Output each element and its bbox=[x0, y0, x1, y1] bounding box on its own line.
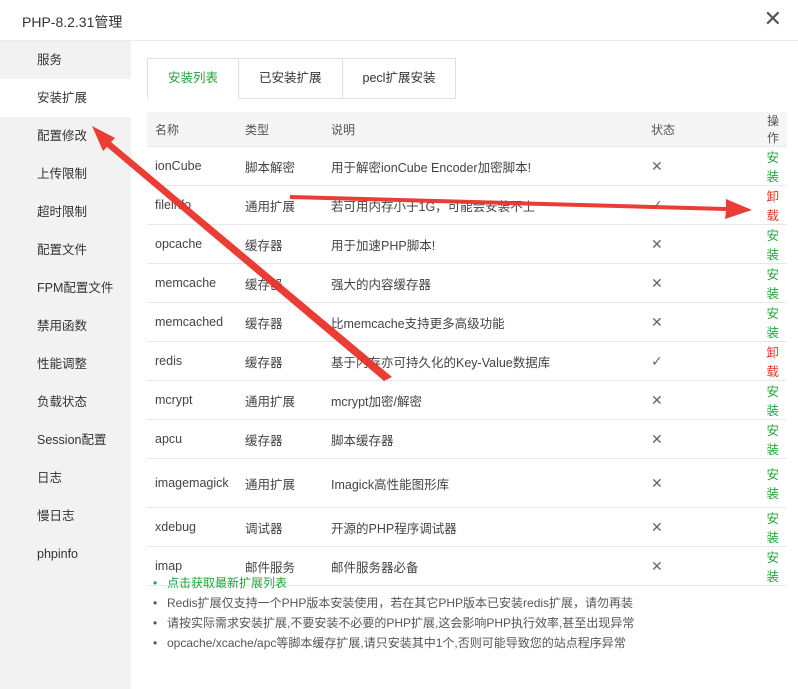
status-not-installed-icon: ✕ bbox=[643, 380, 749, 420]
title-bar: PHP-8.2.31管理 ✕ bbox=[0, 0, 798, 41]
ext-description: 基于内存亦可持久化的Key-Value数据库 bbox=[323, 341, 643, 381]
install-button[interactable]: 安装 bbox=[766, 151, 779, 184]
refresh-extension-list-link[interactable]: 点击获取最新扩展列表 bbox=[152, 573, 634, 593]
table-row: ionCube 脚本解密 用于解密ionCube Encoder加密脚本! ✕ … bbox=[147, 146, 787, 186]
ext-name: redis bbox=[147, 341, 237, 381]
table-row: apcu 缓存器 脚本缓存器 ✕ 安装 bbox=[147, 419, 787, 459]
ext-description: 用于加速PHP脚本! bbox=[323, 224, 643, 264]
ext-type: 缓存器 bbox=[237, 419, 323, 459]
sidebar-item-performance[interactable]: 性能调整 bbox=[0, 345, 131, 383]
uninstall-button[interactable]: 卸载 bbox=[766, 346, 779, 379]
install-button[interactable]: 安装 bbox=[766, 229, 779, 262]
table-row: fileinfo 通用扩展 若可用内存小于1G，可能会安装不上 ✓ 卸载 bbox=[147, 185, 787, 225]
table-row: redis 缓存器 基于内存亦可持久化的Key-Value数据库 ✓ 卸载 bbox=[147, 341, 787, 381]
ext-type: 缓存器 bbox=[237, 224, 323, 264]
status-not-installed-icon: ✕ bbox=[643, 263, 749, 303]
ext-description: 用于解密ionCube Encoder加密脚本! bbox=[323, 146, 643, 186]
note-item: Redis扩展仅支持一个PHP版本安装使用，若在其它PHP版本已安装redis扩… bbox=[152, 593, 634, 613]
uninstall-button[interactable]: 卸载 bbox=[766, 190, 779, 223]
sidebar-item-session-config[interactable]: Session配置 bbox=[0, 421, 131, 459]
ext-type: 脚本解密 bbox=[237, 146, 323, 186]
table-row: memcached 缓存器 比memcache支持更多高级功能 ✕ 安装 bbox=[147, 302, 787, 342]
tab-installed-extensions[interactable]: 已安装扩展 bbox=[239, 58, 343, 99]
sidebar: 服务 安装扩展 配置修改 上传限制 超时限制 配置文件 FPM配置文件 禁用函数… bbox=[0, 41, 131, 689]
install-button[interactable]: 安装 bbox=[766, 268, 779, 301]
ext-name: memcache bbox=[147, 263, 237, 303]
ext-type: 缓存器 bbox=[237, 263, 323, 303]
sidebar-item-disabled-functions[interactable]: 禁用函数 bbox=[0, 307, 131, 345]
table-row: mcrypt 通用扩展 mcrypt加密/解密 ✕ 安装 bbox=[147, 380, 787, 420]
install-button[interactable]: 安装 bbox=[766, 385, 779, 418]
status-not-installed-icon: ✕ bbox=[643, 507, 749, 547]
main-panel: 安装列表 已安装扩展 pecl扩展安装 名称 类型 说明 状态 操作 ionCu… bbox=[147, 58, 787, 586]
ext-name: apcu bbox=[147, 419, 237, 459]
ext-description: 开源的PHP程序调试器 bbox=[323, 507, 643, 547]
sidebar-item-log[interactable]: 日志 bbox=[0, 459, 131, 497]
ext-type: 通用扩展 bbox=[237, 458, 323, 508]
table-row: memcache 缓存器 强大的内容缓存器 ✕ 安装 bbox=[147, 263, 787, 303]
sidebar-item-upload-limit[interactable]: 上传限制 bbox=[0, 155, 131, 193]
status-not-installed-icon: ✕ bbox=[643, 546, 749, 586]
header-status: 状态 bbox=[643, 112, 749, 147]
ext-name: opcache bbox=[147, 224, 237, 264]
tab-pecl-install[interactable]: pecl扩展安装 bbox=[342, 58, 457, 99]
install-button[interactable]: 安装 bbox=[766, 307, 779, 340]
ext-type: 通用扩展 bbox=[237, 380, 323, 420]
window-title: PHP-8.2.31管理 bbox=[22, 14, 123, 30]
install-button[interactable]: 安装 bbox=[766, 512, 779, 545]
install-button[interactable]: 安装 bbox=[766, 468, 779, 501]
ext-description: 比memcache支持更多高级功能 bbox=[323, 302, 643, 342]
ext-name: memcached bbox=[147, 302, 237, 342]
header-type: 类型 bbox=[237, 112, 323, 147]
table-row: xdebug 调试器 开源的PHP程序调试器 ✕ 安装 bbox=[147, 507, 787, 547]
note-item: 请按实际需求安装扩展,不要安装不必要的PHP扩展,这会影响PHP执行效率,甚至出… bbox=[152, 613, 634, 633]
status-not-installed-icon: ✕ bbox=[643, 419, 749, 459]
header-description: 说明 bbox=[323, 112, 643, 147]
status-installed-icon: ✓ bbox=[643, 341, 749, 381]
sidebar-item-slow-log[interactable]: 慢日志 bbox=[0, 497, 131, 535]
ext-type: 缓存器 bbox=[237, 302, 323, 342]
sidebar-item-config-file[interactable]: 配置文件 bbox=[0, 231, 131, 269]
ext-description: mcrypt加密/解密 bbox=[323, 380, 643, 420]
install-button[interactable]: 安装 bbox=[766, 551, 779, 584]
status-not-installed-icon: ✕ bbox=[643, 458, 749, 508]
tab-bar: 安装列表 已安装扩展 pecl扩展安装 bbox=[147, 58, 787, 99]
sidebar-item-config-edit[interactable]: 配置修改 bbox=[0, 117, 131, 155]
ext-name: xdebug bbox=[147, 507, 237, 547]
ext-name: ionCube bbox=[147, 146, 237, 186]
header-name: 名称 bbox=[147, 112, 237, 147]
close-icon[interactable]: ✕ bbox=[764, 8, 782, 30]
table-row: imagemagick 通用扩展 Imagick高性能图形库 ✕ 安装 bbox=[147, 458, 787, 508]
ext-description: Imagick高性能图形库 bbox=[323, 458, 643, 508]
sidebar-item-phpinfo[interactable]: phpinfo bbox=[0, 535, 131, 573]
ext-type: 缓存器 bbox=[237, 341, 323, 381]
table-row: opcache 缓存器 用于加速PHP脚本! ✕ 安装 bbox=[147, 224, 787, 264]
ext-name: imagemagick bbox=[155, 476, 229, 490]
sidebar-item-install-extensions[interactable]: 安装扩展 bbox=[0, 79, 131, 117]
notes-list: 点击获取最新扩展列表 Redis扩展仅支持一个PHP版本安装使用，若在其它PHP… bbox=[152, 573, 634, 653]
header-operation: 操作 bbox=[749, 112, 787, 147]
tab-install-list[interactable]: 安装列表 bbox=[147, 58, 240, 99]
install-button[interactable]: 安装 bbox=[766, 424, 779, 457]
sidebar-item-fpm-config[interactable]: FPM配置文件 bbox=[0, 269, 131, 307]
note-item: opcache/xcache/apc等脚本缓存扩展,请只安装其中1个,否则可能导… bbox=[152, 633, 634, 653]
status-not-installed-icon: ✕ bbox=[643, 224, 749, 264]
sidebar-item-timeout-limit[interactable]: 超时限制 bbox=[0, 193, 131, 231]
sidebar-item-service[interactable]: 服务 bbox=[0, 41, 131, 79]
ext-description: 脚本缓存器 bbox=[323, 419, 643, 459]
extensions-table: 名称 类型 说明 状态 操作 ionCube 脚本解密 用于解密ionCube … bbox=[147, 112, 787, 586]
ext-name: mcrypt bbox=[147, 380, 237, 420]
ext-description: 强大的内容缓存器 bbox=[323, 263, 643, 303]
sidebar-item-load-status[interactable]: 负载状态 bbox=[0, 383, 131, 421]
ext-description: 若可用内存小于1G，可能会安装不上 bbox=[323, 185, 643, 225]
status-not-installed-icon: ✕ bbox=[643, 146, 749, 186]
ext-type: 通用扩展 bbox=[237, 185, 323, 225]
status-not-installed-icon: ✕ bbox=[643, 302, 749, 342]
ext-type: 调试器 bbox=[237, 507, 323, 547]
table-header-row: 名称 类型 说明 状态 操作 bbox=[147, 112, 787, 147]
ext-name: fileinfo bbox=[147, 185, 237, 225]
status-installed-icon: ✓ bbox=[643, 185, 749, 225]
